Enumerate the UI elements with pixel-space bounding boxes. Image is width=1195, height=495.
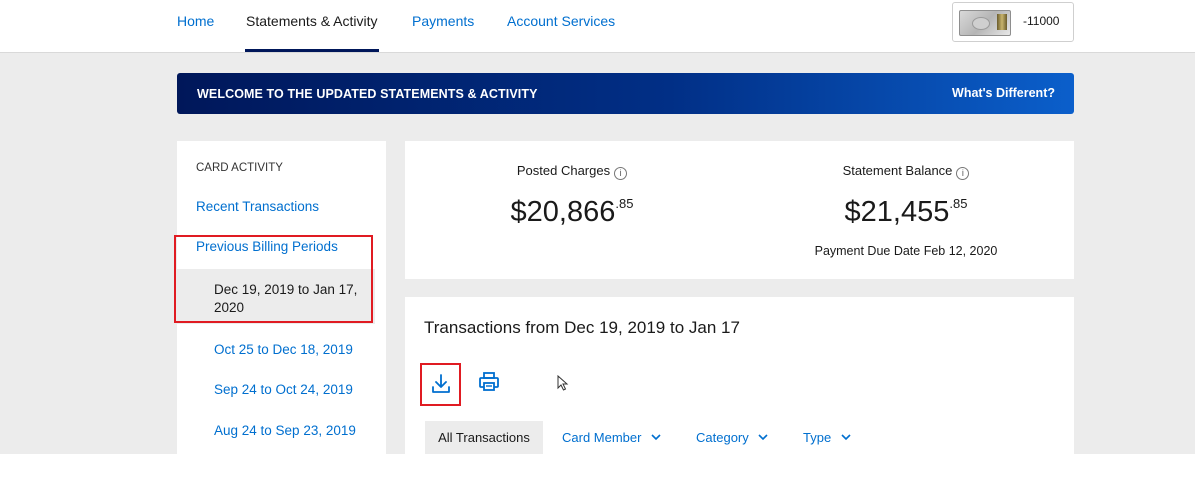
transactions-title: Transactions from Dec 19, 2019 to Jan 17 bbox=[424, 318, 740, 337]
filter-category[interactable]: Category bbox=[696, 421, 768, 454]
top-navigation: Home Statements & Activity Payments Acco… bbox=[0, 0, 1195, 53]
welcome-banner: WELCOME TO THE UPDATED STATEMENTS & ACTI… bbox=[177, 73, 1074, 114]
statement-balance-cents: .85 bbox=[949, 196, 968, 211]
print-button[interactable] bbox=[478, 371, 500, 398]
sidebar-heading: CARD ACTIVITY bbox=[196, 162, 283, 174]
filter-all-transactions[interactable]: All Transactions bbox=[425, 421, 543, 454]
chevron-down-icon bbox=[758, 434, 768, 441]
nav-home[interactable]: Home bbox=[177, 13, 214, 29]
posted-charges-dollars: $20,866 bbox=[510, 196, 616, 228]
nav-statements-activity[interactable]: Statements & Activity bbox=[246, 13, 378, 29]
card-selector[interactable]: -11000 bbox=[952, 2, 1074, 42]
nav-payments[interactable]: Payments bbox=[412, 13, 474, 29]
download-icon bbox=[432, 374, 450, 393]
sidebar-item-period[interactable]: Sep 24 to Oct 24, 2019 bbox=[214, 382, 353, 397]
chevron-down-icon bbox=[841, 434, 851, 441]
sidebar-item-period[interactable]: Aug 24 to Sep 23, 2019 bbox=[214, 423, 356, 438]
info-icon[interactable]: i bbox=[614, 167, 628, 180]
payment-due-date: Payment Due Date Feb 12, 2020 bbox=[814, 244, 998, 258]
download-button[interactable] bbox=[420, 363, 461, 406]
filter-card-member[interactable]: Card Member bbox=[562, 421, 661, 454]
balance-summary: Posted Charges i $20,866.85 Statement Bal… bbox=[405, 141, 1074, 279]
whats-different-link[interactable]: What's Different? bbox=[952, 86, 1055, 100]
filter-type-label: Type bbox=[803, 430, 832, 445]
statement-balance-panel: Statement Balance i $21,455.85 Payment Du… bbox=[739, 141, 1073, 279]
filter-category-label: Category bbox=[696, 430, 749, 445]
nav-account-services[interactable]: Account Services bbox=[507, 13, 615, 29]
filter-card-member-label: Card Member bbox=[562, 430, 642, 445]
filter-type[interactable]: Type bbox=[803, 421, 851, 454]
print-icon bbox=[479, 372, 499, 391]
info-icon[interactable]: i bbox=[956, 167, 970, 180]
transactions-panel: Transactions from Dec 19, 2019 to Jan 17… bbox=[405, 297, 1074, 454]
sidebar-item-recent-transactions[interactable]: Recent Transactions bbox=[196, 199, 319, 214]
active-tab-indicator bbox=[245, 49, 379, 52]
amex-card-icon bbox=[959, 10, 1011, 36]
posted-charges-label: Posted Charges i bbox=[405, 163, 739, 180]
chevron-down-icon bbox=[651, 434, 661, 441]
sidebar-item-period[interactable]: Oct 25 to Dec 18, 2019 bbox=[214, 342, 353, 357]
posted-charges-panel: Posted Charges i $20,866.85 bbox=[405, 141, 739, 279]
statement-balance-dollars: $21,455 bbox=[844, 196, 950, 228]
posted-charges-text: Posted Charges bbox=[516, 163, 611, 178]
banner-title: WELCOME TO THE UPDATED STATEMENTS & ACTI… bbox=[197, 87, 538, 101]
posted-charges-amount: $20,866.85 bbox=[405, 196, 739, 229]
posted-charges-cents: .85 bbox=[615, 196, 634, 211]
statement-balance-amount: $21,455.85 bbox=[739, 196, 1073, 229]
card-number: -11000 bbox=[1023, 14, 1060, 28]
statement-balance-label: Statement Balance i bbox=[739, 163, 1073, 180]
mouse-cursor-icon bbox=[557, 375, 569, 391]
highlight-box-billing-periods bbox=[174, 235, 373, 323]
statement-balance-text: Statement Balance bbox=[842, 163, 953, 178]
